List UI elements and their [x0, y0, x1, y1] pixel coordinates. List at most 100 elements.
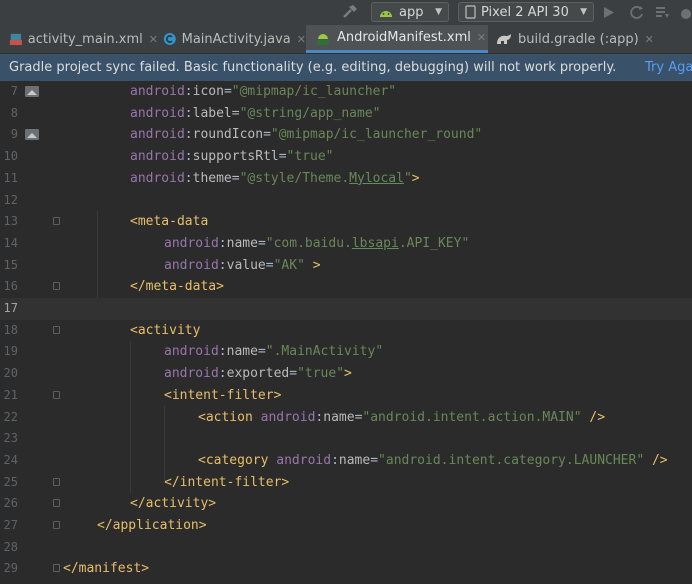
tab-android-manifest[interactable]: AndroidManifest.xml ✕: [306, 25, 488, 53]
code-token: />: [644, 452, 668, 468]
code-line[interactable]: 15 android:value="AK" >: [0, 255, 692, 277]
apply-changes-icon[interactable]: [629, 5, 645, 20]
chevron-down-icon: ▼: [435, 7, 442, 17]
code-token: ".MainActivity": [265, 344, 384, 360]
code-token: >: [344, 366, 352, 382]
code-token: android: [130, 127, 185, 143]
indent-guide: [97, 211, 98, 298]
line-number: 9: [10, 127, 18, 142]
code-token: =: [263, 127, 271, 143]
code-token: .API_KEY": [398, 235, 470, 251]
line-number: 18: [3, 322, 18, 337]
code-line[interactable]: 29 </manifest>: [0, 558, 692, 580]
code-token: =: [223, 84, 232, 99]
code-line[interactable]: 18 <activity: [0, 320, 692, 342]
code-token: exported: [226, 366, 290, 382]
tab-main-activity[interactable]: MainActivity.java ✕: [158, 25, 306, 53]
tab-activity-main[interactable]: activity_main.xml ✕: [0, 25, 158, 53]
code-text: </manifest>: [63, 558, 149, 580]
hammer-icon[interactable]: [341, 4, 359, 20]
code-token: <intent-filter>: [164, 387, 282, 403]
code-text: android:name=".MainActivity": [63, 341, 383, 363]
run-config-dropdown[interactable]: app ▼: [371, 2, 449, 22]
fold-open-icon[interactable]: [53, 325, 60, 334]
image-icon[interactable]: [25, 86, 39, 97]
code-line[interactable]: 16 </meta-data>: [0, 276, 692, 298]
code-line[interactable]: 8 android:label="@string/app_name": [0, 103, 692, 125]
code-token: android: [130, 105, 185, 121]
code-token: android: [260, 409, 316, 425]
try-again-link[interactable]: Try Aga: [645, 60, 692, 75]
fold-close-icon[interactable]: [53, 477, 60, 486]
line-number: 26: [3, 496, 18, 511]
code-token: :: [184, 170, 193, 186]
code-token: android: [130, 149, 185, 165]
code-line[interactable]: 12: [0, 190, 692, 212]
code-line[interactable]: 25 </intent-filter>: [0, 472, 692, 494]
code-line[interactable]: 14 android:name="com.baidu.lbsapi.API_KEY…: [0, 233, 692, 255]
close-icon[interactable]: ✕: [149, 33, 158, 46]
code-line[interactable]: 23: [0, 428, 692, 450]
code-line-content: android:name=".MainActivity": [63, 344, 383, 359]
code-line[interactable]: 13 <meta-data: [0, 211, 692, 233]
line-number: 11: [3, 170, 18, 185]
code-token: label: [192, 105, 232, 121]
code-line[interactable]: 28: [0, 537, 692, 559]
code-token: </manifest>: [63, 561, 150, 577]
run-icon[interactable]: [603, 6, 615, 19]
android-icon: [380, 11, 392, 17]
code-text: android:exported="true">: [63, 363, 352, 385]
code-line-content: <action android:name="android.intent.act…: [63, 410, 605, 425]
code-token: <action: [198, 409, 261, 425]
fold-close-icon[interactable]: [53, 521, 60, 529]
code-line[interactable]: 20 android:exported="true">: [0, 363, 692, 385]
apply-code-changes-icon[interactable]: [655, 5, 670, 19]
line-number: 25: [3, 474, 18, 489]
code-line[interactable]: 9 android:roundIcon="@mipmap/ic_launcher_…: [0, 124, 692, 146]
code-line[interactable]: 19 android:name=".MainActivity": [0, 341, 692, 363]
code-line[interactable]: 27 </application>: [0, 515, 692, 537]
device-dropdown[interactable]: Pixel 2 API 30 ▼: [458, 2, 594, 22]
code-text: android:supportsRtl="true": [63, 146, 334, 168]
code-token: <activity: [130, 322, 201, 338]
code-line[interactable]: 24 <category android:name="android.intent…: [0, 450, 692, 472]
line-number: 14: [3, 235, 18, 250]
image-icon[interactable]: [25, 129, 39, 141]
fold-close-icon[interactable]: [53, 499, 60, 508]
code-token: "true": [286, 149, 334, 165]
code-line[interactable]: 26 </activity>: [0, 493, 692, 515]
code-editor[interactable]: 7 android:icon="@mipmap/ic_launcher" 8 andr…: [0, 81, 692, 584]
debug-icon[interactable]: [679, 5, 692, 20]
code-token: android: [164, 366, 219, 382]
line-number: 8: [10, 105, 18, 120]
fold-close-icon[interactable]: [53, 564, 60, 573]
code-token: android: [276, 452, 332, 468]
code-token: name: [323, 409, 355, 425]
code-line-content: android:theme="@style/Theme.Mylocal">: [63, 171, 420, 186]
code-token: =: [231, 105, 240, 121]
close-icon[interactable]: ✕: [297, 33, 306, 46]
code-line[interactable]: 10 android:supportsRtl="true": [0, 146, 692, 168]
fold-open-icon[interactable]: [53, 217, 60, 226]
code-line-content: </activity>: [63, 496, 216, 511]
code-line[interactable]: 7 android:icon="@mipmap/ic_launcher": [0, 81, 692, 103]
fold-open-icon[interactable]: [53, 390, 60, 399]
code-token: :: [184, 127, 193, 143]
fold-close-icon[interactable]: [53, 282, 60, 291]
close-icon[interactable]: ✕: [477, 31, 486, 44]
code-text: android:name="com.baidu.lbsapi.API_KEY": [63, 233, 469, 255]
code-line[interactable]: 17: [0, 298, 692, 320]
close-icon[interactable]: ✕: [645, 33, 654, 46]
code-token: :: [331, 452, 339, 468]
code-line[interactable]: 21 <intent-filter>: [0, 385, 692, 407]
tab-build-gradle[interactable]: build.gradle (:app) ✕: [488, 25, 692, 53]
code-token: value: [226, 257, 266, 273]
phone-icon: [465, 5, 476, 19]
code-line[interactable]: 11 android:theme="@style/Theme.Mylocal">: [0, 168, 692, 190]
code-line[interactable]: 22 <action android:name="android.intent.a…: [0, 407, 692, 429]
